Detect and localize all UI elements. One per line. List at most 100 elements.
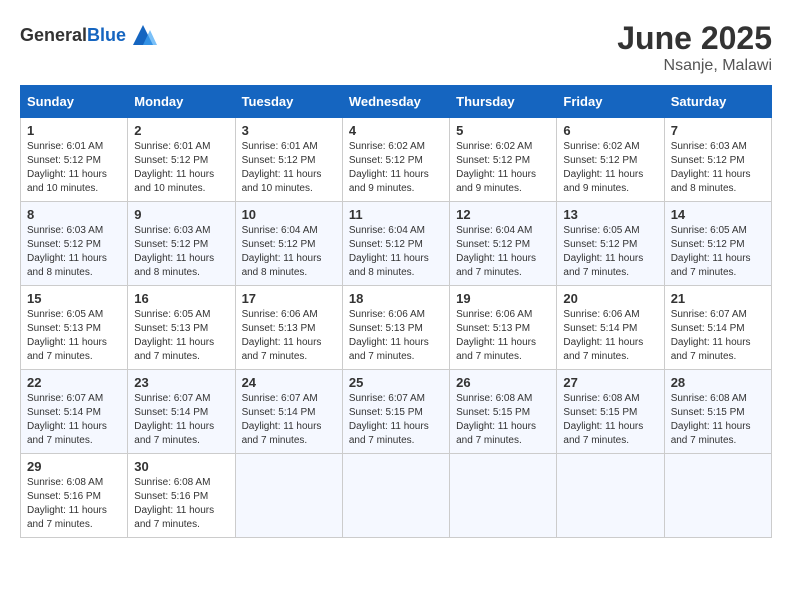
- day-info: Sunrise: 6:02 AMSunset: 5:12 PMDaylight:…: [563, 140, 657, 196]
- list-item: 30 Sunrise: 6:08 AMSunset: 5:16 PMDaylig…: [128, 454, 235, 538]
- empty-cell: [450, 454, 557, 538]
- col-thursday: Thursday: [450, 86, 557, 118]
- day-info: Sunrise: 6:07 AMSunset: 5:14 PMDaylight:…: [134, 392, 228, 448]
- day-number: 8: [27, 207, 121, 222]
- day-number: 22: [27, 375, 121, 390]
- list-item: 3 Sunrise: 6:01 AMSunset: 5:12 PMDayligh…: [235, 118, 342, 202]
- list-item: 18 Sunrise: 6:06 AMSunset: 5:13 PMDaylig…: [342, 286, 449, 370]
- day-info: Sunrise: 6:07 AMSunset: 5:14 PMDaylight:…: [27, 392, 121, 448]
- list-item: 5 Sunrise: 6:02 AMSunset: 5:12 PMDayligh…: [450, 118, 557, 202]
- list-item: 12 Sunrise: 6:04 AMSunset: 5:12 PMDaylig…: [450, 202, 557, 286]
- day-number: 28: [671, 375, 765, 390]
- day-number: 1: [27, 123, 121, 138]
- day-info: Sunrise: 6:01 AMSunset: 5:12 PMDaylight:…: [134, 140, 228, 196]
- title-area: June 2025 Nsanje, Malawi: [617, 20, 772, 75]
- table-row: 15 Sunrise: 6:05 AMSunset: 5:13 PMDaylig…: [21, 286, 772, 370]
- list-item: 8 Sunrise: 6:03 AMSunset: 5:12 PMDayligh…: [21, 202, 128, 286]
- list-item: 6 Sunrise: 6:02 AMSunset: 5:12 PMDayligh…: [557, 118, 664, 202]
- list-item: 20 Sunrise: 6:06 AMSunset: 5:14 PMDaylig…: [557, 286, 664, 370]
- table-row: 22 Sunrise: 6:07 AMSunset: 5:14 PMDaylig…: [21, 370, 772, 454]
- list-item: 23 Sunrise: 6:07 AMSunset: 5:14 PMDaylig…: [128, 370, 235, 454]
- day-info: Sunrise: 6:02 AMSunset: 5:12 PMDaylight:…: [349, 140, 443, 196]
- list-item: 25 Sunrise: 6:07 AMSunset: 5:15 PMDaylig…: [342, 370, 449, 454]
- day-info: Sunrise: 6:01 AMSunset: 5:12 PMDaylight:…: [242, 140, 336, 196]
- list-item: 9 Sunrise: 6:03 AMSunset: 5:12 PMDayligh…: [128, 202, 235, 286]
- day-info: Sunrise: 6:03 AMSunset: 5:12 PMDaylight:…: [134, 224, 228, 280]
- day-number: 15: [27, 291, 121, 306]
- list-item: 11 Sunrise: 6:04 AMSunset: 5:12 PMDaylig…: [342, 202, 449, 286]
- list-item: 26 Sunrise: 6:08 AMSunset: 5:15 PMDaylig…: [450, 370, 557, 454]
- day-info: Sunrise: 6:08 AMSunset: 5:15 PMDaylight:…: [563, 392, 657, 448]
- table-row: 8 Sunrise: 6:03 AMSunset: 5:12 PMDayligh…: [21, 202, 772, 286]
- col-wednesday: Wednesday: [342, 86, 449, 118]
- list-item: 22 Sunrise: 6:07 AMSunset: 5:14 PMDaylig…: [21, 370, 128, 454]
- day-number: 25: [349, 375, 443, 390]
- day-number: 26: [456, 375, 550, 390]
- day-number: 11: [349, 207, 443, 222]
- day-info: Sunrise: 6:03 AMSunset: 5:12 PMDaylight:…: [671, 140, 765, 196]
- day-info: Sunrise: 6:07 AMSunset: 5:14 PMDaylight:…: [671, 308, 765, 364]
- day-info: Sunrise: 6:05 AMSunset: 5:13 PMDaylight:…: [134, 308, 228, 364]
- day-info: Sunrise: 6:08 AMSunset: 5:15 PMDaylight:…: [456, 392, 550, 448]
- location-title: Nsanje, Malawi: [617, 57, 772, 75]
- day-number: 20: [563, 291, 657, 306]
- day-number: 12: [456, 207, 550, 222]
- list-item: 17 Sunrise: 6:06 AMSunset: 5:13 PMDaylig…: [235, 286, 342, 370]
- day-number: 19: [456, 291, 550, 306]
- calendar: Sunday Monday Tuesday Wednesday Thursday…: [20, 85, 772, 538]
- list-item: 14 Sunrise: 6:05 AMSunset: 5:12 PMDaylig…: [664, 202, 771, 286]
- list-item: 10 Sunrise: 6:04 AMSunset: 5:12 PMDaylig…: [235, 202, 342, 286]
- day-info: Sunrise: 6:06 AMSunset: 5:13 PMDaylight:…: [242, 308, 336, 364]
- col-friday: Friday: [557, 86, 664, 118]
- col-saturday: Saturday: [664, 86, 771, 118]
- list-item: 15 Sunrise: 6:05 AMSunset: 5:13 PMDaylig…: [21, 286, 128, 370]
- day-info: Sunrise: 6:06 AMSunset: 5:13 PMDaylight:…: [456, 308, 550, 364]
- list-item: 21 Sunrise: 6:07 AMSunset: 5:14 PMDaylig…: [664, 286, 771, 370]
- day-info: Sunrise: 6:08 AMSunset: 5:15 PMDaylight:…: [671, 392, 765, 448]
- logo: GeneralBlue: [20, 20, 158, 50]
- logo-icon: [128, 20, 158, 50]
- table-row: 1 Sunrise: 6:01 AMSunset: 5:12 PMDayligh…: [21, 118, 772, 202]
- day-number: 13: [563, 207, 657, 222]
- list-item: 19 Sunrise: 6:06 AMSunset: 5:13 PMDaylig…: [450, 286, 557, 370]
- day-number: 3: [242, 123, 336, 138]
- day-number: 6: [563, 123, 657, 138]
- day-info: Sunrise: 6:06 AMSunset: 5:14 PMDaylight:…: [563, 308, 657, 364]
- day-number: 29: [27, 459, 121, 474]
- month-title: June 2025: [617, 20, 772, 57]
- day-number: 7: [671, 123, 765, 138]
- list-item: 2 Sunrise: 6:01 AMSunset: 5:12 PMDayligh…: [128, 118, 235, 202]
- day-number: 18: [349, 291, 443, 306]
- day-number: 21: [671, 291, 765, 306]
- day-info: Sunrise: 6:06 AMSunset: 5:13 PMDaylight:…: [349, 308, 443, 364]
- empty-cell: [342, 454, 449, 538]
- day-number: 5: [456, 123, 550, 138]
- day-info: Sunrise: 6:05 AMSunset: 5:12 PMDaylight:…: [671, 224, 765, 280]
- day-info: Sunrise: 6:07 AMSunset: 5:15 PMDaylight:…: [349, 392, 443, 448]
- list-item: 13 Sunrise: 6:05 AMSunset: 5:12 PMDaylig…: [557, 202, 664, 286]
- empty-cell: [664, 454, 771, 538]
- day-info: Sunrise: 6:02 AMSunset: 5:12 PMDaylight:…: [456, 140, 550, 196]
- col-sunday: Sunday: [21, 86, 128, 118]
- list-item: 4 Sunrise: 6:02 AMSunset: 5:12 PMDayligh…: [342, 118, 449, 202]
- day-number: 9: [134, 207, 228, 222]
- empty-cell: [235, 454, 342, 538]
- day-number: 17: [242, 291, 336, 306]
- list-item: 1 Sunrise: 6:01 AMSunset: 5:12 PMDayligh…: [21, 118, 128, 202]
- list-item: 24 Sunrise: 6:07 AMSunset: 5:14 PMDaylig…: [235, 370, 342, 454]
- logo-blue: Blue: [87, 25, 126, 45]
- list-item: 29 Sunrise: 6:08 AMSunset: 5:16 PMDaylig…: [21, 454, 128, 538]
- day-number: 14: [671, 207, 765, 222]
- day-info: Sunrise: 6:04 AMSunset: 5:12 PMDaylight:…: [242, 224, 336, 280]
- col-monday: Monday: [128, 86, 235, 118]
- day-number: 10: [242, 207, 336, 222]
- logo-general: General: [20, 25, 87, 45]
- list-item: 28 Sunrise: 6:08 AMSunset: 5:15 PMDaylig…: [664, 370, 771, 454]
- day-number: 4: [349, 123, 443, 138]
- day-number: 24: [242, 375, 336, 390]
- day-info: Sunrise: 6:04 AMSunset: 5:12 PMDaylight:…: [456, 224, 550, 280]
- calendar-header-row: Sunday Monday Tuesday Wednesday Thursday…: [21, 86, 772, 118]
- day-info: Sunrise: 6:08 AMSunset: 5:16 PMDaylight:…: [134, 476, 228, 532]
- day-info: Sunrise: 6:03 AMSunset: 5:12 PMDaylight:…: [27, 224, 121, 280]
- list-item: 27 Sunrise: 6:08 AMSunset: 5:15 PMDaylig…: [557, 370, 664, 454]
